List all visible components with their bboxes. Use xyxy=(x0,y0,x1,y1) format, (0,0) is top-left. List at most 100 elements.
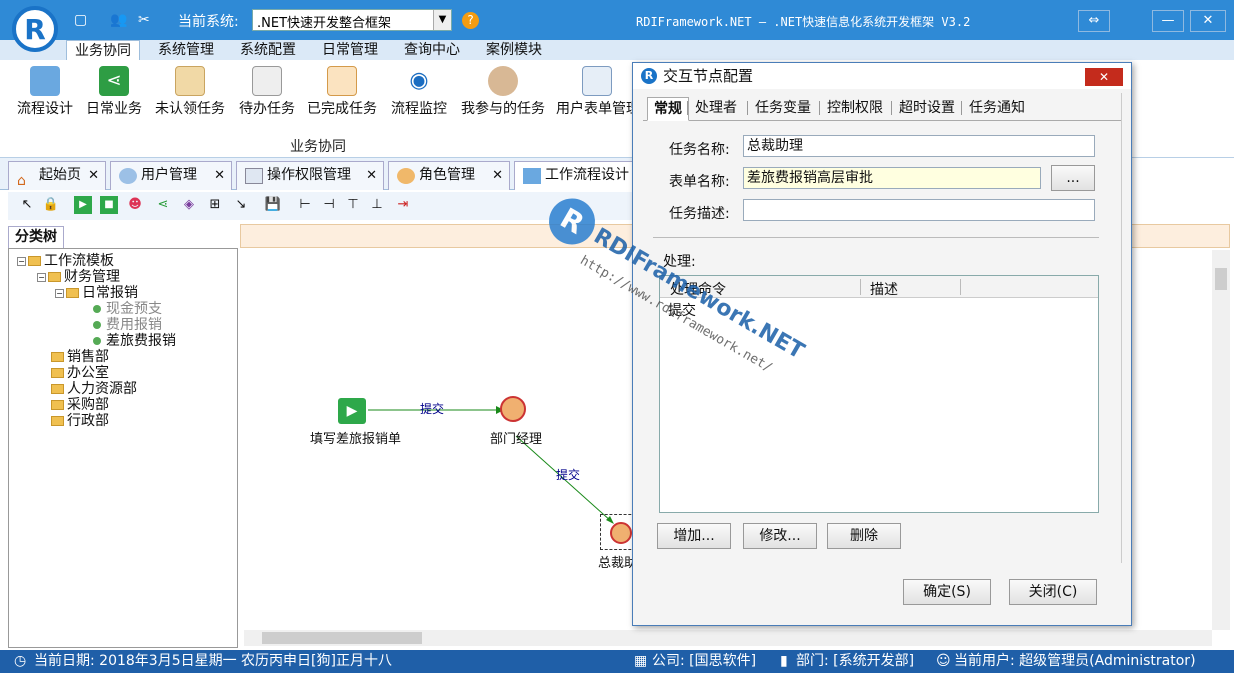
flow-edge-label: 提交 xyxy=(556,468,581,482)
ribbon-tab-collab[interactable]: 业务协同 xyxy=(66,40,140,62)
todo-tasks-button[interactable]: 待办任务 xyxy=(236,66,298,126)
start-node-icon[interactable]: ▶ xyxy=(74,196,92,214)
task-name-input[interactable]: 总裁助理 xyxy=(743,135,1095,157)
ok-button[interactable]: 确定(S) xyxy=(903,579,991,605)
tab-control-permissions[interactable]: 控制权限 xyxy=(821,97,889,121)
tree-node[interactable]: 费用报销 xyxy=(93,317,162,333)
restore-icon[interactable]: ⇔ xyxy=(1078,10,1110,32)
end-node-icon[interactable]: ■ xyxy=(100,196,118,214)
tree-node[interactable]: 差旅费报销 xyxy=(93,333,176,349)
form-name-input[interactable]: 差旅费报销高层审批 xyxy=(743,167,1041,189)
tree-tab[interactable]: 分类树 xyxy=(8,226,64,248)
minimize-icon[interactable]: — xyxy=(1152,10,1184,32)
save-icon[interactable]: 💾 xyxy=(264,196,282,214)
scroll-thumb[interactable] xyxy=(1215,268,1227,290)
edit-doc-icon xyxy=(252,66,282,96)
tab-flow-design[interactable]: 工作流程设计 xyxy=(514,161,638,190)
close-icon[interactable]: ✕ xyxy=(1085,68,1123,86)
close-icon[interactable]: ✕ xyxy=(1190,10,1226,32)
tree-node[interactable]: 采购部 xyxy=(51,397,109,413)
horizontal-scrollbar[interactable] xyxy=(244,630,1212,646)
daily-business-button[interactable]: ⋖ 日常业务 xyxy=(84,66,144,126)
my-tasks-button[interactable]: 我参与的任务 xyxy=(458,66,548,126)
tab-home[interactable]: ⌂ 起始页 ✕ xyxy=(8,161,106,190)
tab-task-vars[interactable]: 任务变量 xyxy=(749,97,817,121)
user-icon: ☺ xyxy=(936,653,951,669)
checklist-icon xyxy=(327,66,357,96)
tree-node[interactable]: − 工作流模板 xyxy=(17,253,114,269)
tree-node[interactable]: − 日常报销 xyxy=(55,285,138,301)
align-bottom-icon[interactable]: ⊥ xyxy=(368,196,386,214)
start-node-icon[interactable]: ▶ xyxy=(338,398,366,424)
tab-handlers[interactable]: 处理者 xyxy=(689,97,743,121)
dialog-border xyxy=(1121,93,1122,563)
tree-node[interactable]: 人力资源部 xyxy=(51,381,137,397)
decision-icon[interactable]: ◈ xyxy=(180,196,198,214)
task-node-icon[interactable] xyxy=(500,396,526,422)
tree-node[interactable]: 现金预支 xyxy=(93,301,162,317)
align-right-icon[interactable]: ⊣ xyxy=(320,196,338,214)
task-node-icon[interactable] xyxy=(610,522,632,544)
status-company: 公司: [国思软件] xyxy=(652,653,757,669)
share-icon: ⋖ xyxy=(99,66,129,96)
align-top-icon[interactable]: ⊤ xyxy=(344,196,362,214)
tab-timeout[interactable]: 超时设置 xyxy=(893,97,961,121)
task-desc-input[interactable] xyxy=(743,199,1095,221)
close-icon[interactable]: ✕ xyxy=(492,162,503,189)
tree-node-label: 费用报销 xyxy=(106,317,162,333)
tree-node[interactable]: − 财务管理 xyxy=(37,269,120,285)
chevron-down-icon[interactable]: ▼ xyxy=(433,10,451,30)
close-button[interactable]: 关闭(C) xyxy=(1009,579,1097,605)
delete-button[interactable]: 删除 xyxy=(827,523,901,549)
collapse-icon[interactable]: − xyxy=(37,272,46,282)
align-left-icon[interactable]: ⊢ xyxy=(296,196,314,214)
clipboard-icon xyxy=(175,66,205,96)
tab-user-mgmt[interactable]: 用户管理 ✕ xyxy=(110,161,232,190)
quick-access-doc-icon[interactable]: ▢ xyxy=(74,12,92,28)
task-node-icon[interactable]: ☻ xyxy=(126,196,144,214)
ribbon-tab-bar: 业务协同 系统管理 系统配置 日常管理 查询中心 案例模块 xyxy=(0,40,1234,62)
tab-general[interactable]: 常规 xyxy=(647,97,689,121)
pointer-icon[interactable]: ↖ xyxy=(18,196,36,214)
flow-monitor-label: 流程监控 xyxy=(391,101,447,117)
unclaimed-tasks-label: 未认领任务 xyxy=(155,101,225,117)
flow-design-button[interactable]: 流程设计 xyxy=(14,66,76,126)
fork-icon[interactable]: ⋖ xyxy=(154,196,172,214)
close-icon[interactable]: ✕ xyxy=(88,162,99,189)
add-button[interactable]: 增加... xyxy=(657,523,731,549)
lock-icon[interactable]: 🔒 xyxy=(42,196,60,214)
close-icon[interactable]: ✕ xyxy=(366,162,377,189)
tree-node[interactable]: 销售部 xyxy=(51,349,109,365)
collapse-icon[interactable]: − xyxy=(17,256,26,266)
tree-node-label: 办公室 xyxy=(67,365,109,381)
connector-icon[interactable]: ↘ xyxy=(232,196,250,214)
subflow-icon[interactable]: ⊞ xyxy=(206,196,224,214)
export-icon[interactable]: ⇥ xyxy=(394,196,412,214)
tree-node[interactable]: 办公室 xyxy=(51,365,109,381)
scroll-thumb[interactable] xyxy=(262,632,422,644)
ribbon-tab-query[interactable]: 查询中心 xyxy=(396,40,468,62)
tree-node[interactable]: 行政部 xyxy=(51,413,109,429)
browse-form-button[interactable]: ... xyxy=(1051,165,1095,191)
help-icon[interactable]: ? xyxy=(462,12,479,29)
user-form-mgmt-button[interactable]: 用户表单管理 xyxy=(556,66,640,126)
ribbon-tab-cases[interactable]: 案例模块 xyxy=(478,40,550,62)
col-desc-header[interactable]: 描述 xyxy=(870,279,898,299)
users-icon[interactable]: 👥 xyxy=(110,12,128,28)
vertical-scrollbar[interactable] xyxy=(1212,250,1230,630)
ribbon-tab-daily[interactable]: 日常管理 xyxy=(314,40,386,62)
ribbon-tab-system-mgmt[interactable]: 系统管理 xyxy=(150,40,222,62)
completed-tasks-button[interactable]: 已完成任务 xyxy=(304,66,380,126)
tools-icon[interactable]: ✂ xyxy=(138,12,156,28)
collapse-icon[interactable]: − xyxy=(55,288,64,298)
tab-role-mgmt[interactable]: 角色管理 ✕ xyxy=(388,161,510,190)
tab-notifications[interactable]: 任务通知 xyxy=(963,97,1031,121)
flow-monitor-button[interactable]: ◉ 流程监控 xyxy=(388,66,450,126)
users-icon xyxy=(119,168,137,184)
ribbon-tab-system-config[interactable]: 系统配置 xyxy=(232,40,304,62)
system-select[interactable]: .NET快速开发整合框架 ▼ xyxy=(252,9,452,31)
edit-button[interactable]: 修改... xyxy=(743,523,817,549)
tab-permission-mgmt[interactable]: 操作权限管理 ✕ xyxy=(236,161,384,190)
close-icon[interactable]: ✕ xyxy=(214,162,225,189)
unclaimed-tasks-button[interactable]: 未认领任务 xyxy=(152,66,228,126)
